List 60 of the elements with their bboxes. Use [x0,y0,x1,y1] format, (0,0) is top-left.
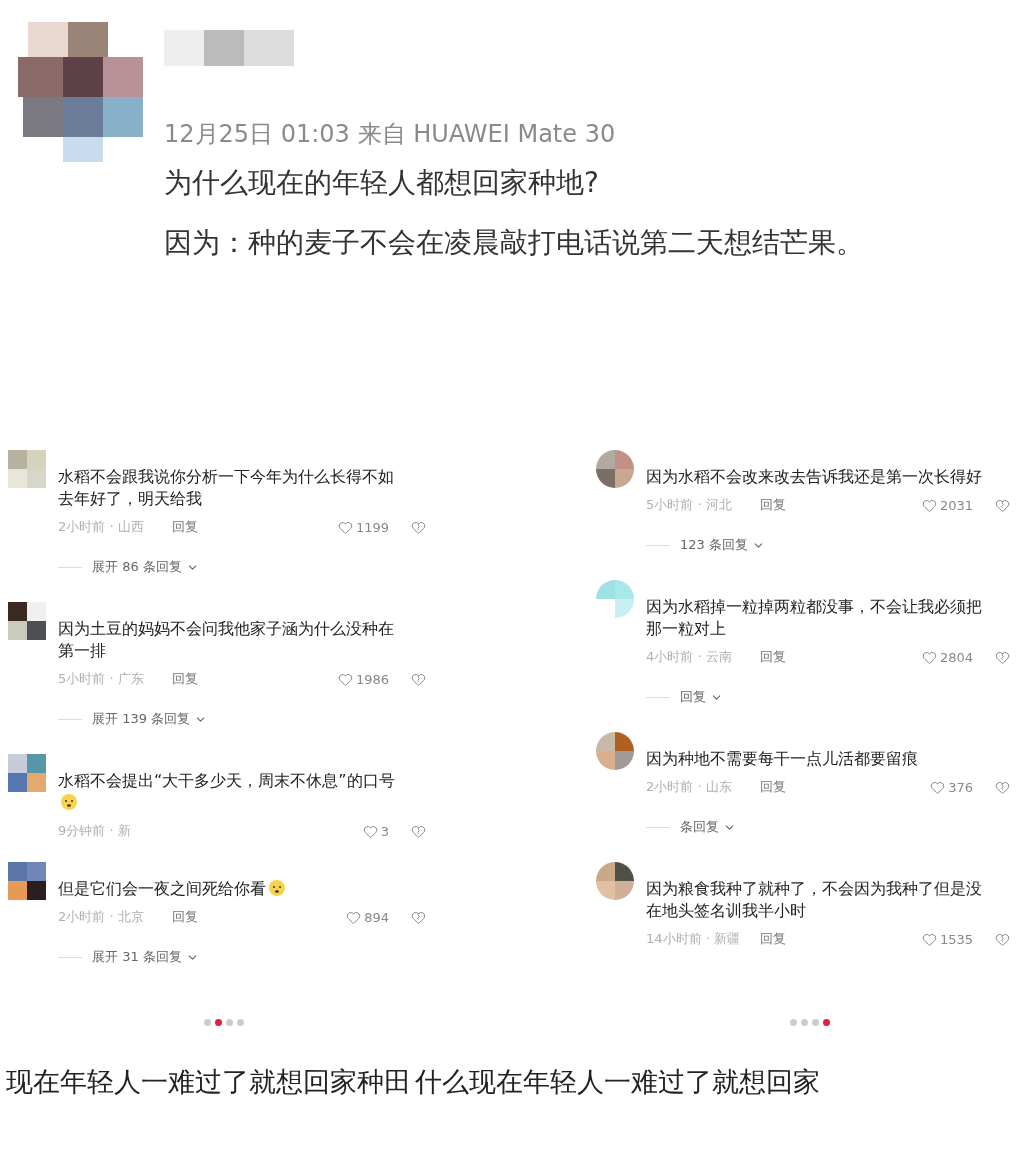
comment-text: 因为土豆的妈妈不会问我他家子涵为什么没种在第一排 [58,618,395,662]
like-button[interactable]: 376 [930,779,973,795]
heart-icon [921,497,937,513]
comment-text: 因为种地不需要每干一点儿活都要留痕 [646,748,919,770]
like-button[interactable]: 3 [362,823,389,839]
dislike-icon[interactable] [995,497,1010,513]
emoji-icon [268,879,286,897]
reply-link[interactable]: 回复 [760,648,786,666]
dislike-icon[interactable] [995,649,1010,665]
like-button[interactable]: 2804 [921,649,973,665]
comment-time: 4小时前 · 云南 [646,648,733,666]
like-button[interactable]: 2031 [921,497,973,513]
comment-time: 5小时前 · 河北 [646,496,733,514]
comment-text: 因为水稻不会改来改去告诉我还是第一次长得好 [646,466,983,488]
heart-icon [921,649,937,665]
heart-icon [930,779,946,795]
reply-link[interactable]: 回复 [172,670,198,688]
like-button[interactable]: 894 [346,909,389,925]
comment-text: 因为水稻掉一粒掉两粒都没事，不会让我必须把那一粒对上 [646,596,983,640]
like-button[interactable]: 1986 [337,671,389,687]
comment-text: 但是它们会一夜之间死给你看 [58,878,403,900]
comment-time: 2小时前 · 山东 [646,778,733,796]
like-button[interactable]: 1535 [921,931,973,947]
post-body: 因为：种的麦子不会在凌晨敲打电话说第二天想结芒果。 [164,225,864,261]
expand-replies[interactable]: 条回复 [680,818,719,836]
expand-replies[interactable]: 回复 [680,688,706,706]
caption-text: 什么现在年轻人一难过了就想回家 [415,1065,820,1099]
reply-link[interactable]: 回复 [172,518,198,536]
comment-text: 水稻不会跟我说你分析一下今年为什么长得不如去年好了，明天给我 [58,466,395,510]
expand-replies[interactable]: 展开 139 条回复 [92,710,191,728]
heart-icon [346,909,362,925]
dislike-icon[interactable] [995,931,1010,947]
reply-link[interactable]: 回复 [760,496,786,514]
emoji-icon [60,793,78,811]
dislike-icon[interactable] [411,823,426,839]
comment-time: 9分钟前 · 新 [58,822,132,840]
dislike-icon[interactable] [995,779,1010,795]
dislike-icon[interactable] [411,519,426,535]
comment-text: 水稻不会提出“大干多少天，周末不休息”的口号 [58,770,403,814]
dislike-icon[interactable] [411,909,426,925]
reply-link[interactable]: 回复 [172,908,198,926]
comment-time: 5小时前 · 广东 [58,670,145,688]
heart-icon [362,823,378,839]
reply-link[interactable]: 回复 [760,930,786,948]
comment-time: 2小时前 · 北京 [58,908,145,926]
expand-replies[interactable]: 展开 31 条回复 [92,948,182,966]
comment-time: 2小时前 · 山西 [58,518,145,536]
heart-icon [337,519,353,535]
dislike-icon[interactable] [411,671,426,687]
post-title: 为什么现在的年轻人都想回家种地? [164,165,600,201]
heart-icon [337,671,353,687]
like-button[interactable]: 1199 [337,519,389,535]
reply-link[interactable]: 回复 [760,778,786,796]
comment-time: 14小时前 · 新疆 [646,930,741,948]
caption-text: 现在年轻人一难过了就想回家种田 [6,1065,411,1099]
post-meta: 12月25日 01:03 来自 HUAWEI Mate 30 [164,119,617,150]
heart-icon [921,931,937,947]
comment-text: 因为粮食我种了就种了，不会因为我种了但是没在地头签名训我半小时 [646,878,983,922]
expand-replies[interactable]: 123 条回复 [680,536,748,554]
expand-replies[interactable]: 展开 86 条回复 [92,558,182,576]
